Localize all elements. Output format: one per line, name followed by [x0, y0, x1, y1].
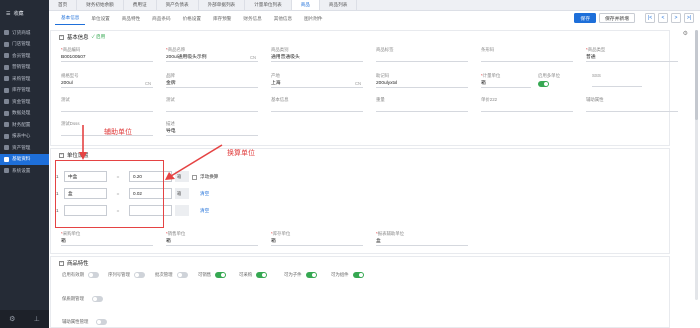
- annotation-arrows: [79, 125, 223, 180]
- scrollbar-thumb[interactable]: [695, 30, 698, 120]
